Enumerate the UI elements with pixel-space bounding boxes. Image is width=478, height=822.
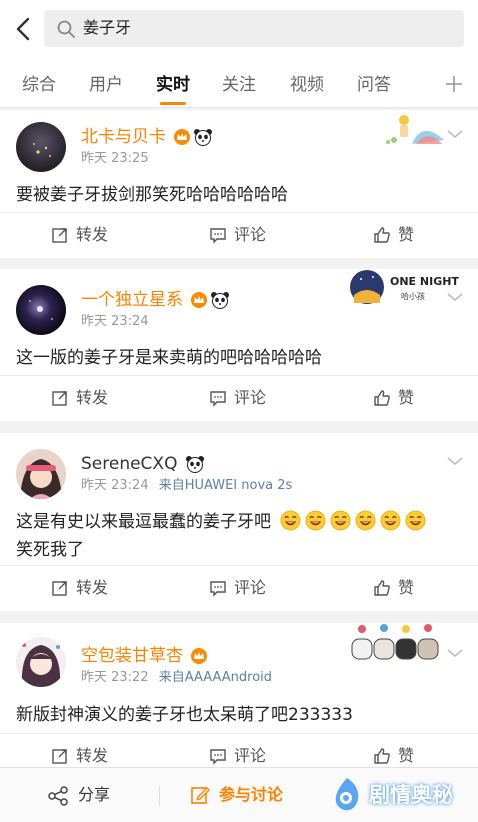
repost-icon xyxy=(52,749,67,764)
post-source[interactable]: 来自HUAWEI nova 2s xyxy=(159,478,293,493)
back-arrow-icon[interactable] xyxy=(10,12,36,46)
post-source[interactable]: 来自AAAAAndroid xyxy=(159,670,272,685)
post-meta: 昨天 23:24 来自HUAWEI nova 2s xyxy=(81,478,292,494)
search-tabs: 综合 用户 实时 关注 视频 问答 xyxy=(0,58,478,108)
repost-icon xyxy=(52,391,67,406)
post-actions: 转发 评论 赞 xyxy=(0,565,478,611)
sticker-title: ONE NIGHT xyxy=(390,275,459,288)
vip-crown-icon xyxy=(174,129,191,145)
sticker-subtitle: 哈小孩 xyxy=(401,292,425,301)
thumbs-up-icon xyxy=(374,580,390,596)
post-card[interactable]: 一个独立星系 昨天 23:24 ONE NIGHT 哈小孩 这一版的姜子牙是来卖… xyxy=(0,269,478,421)
thumbs-up-icon xyxy=(374,390,390,406)
avatar[interactable] xyxy=(16,285,66,335)
search-query: 姜子牙 xyxy=(83,18,132,37)
username[interactable]: 空包装甘草杏 xyxy=(81,645,208,667)
divider xyxy=(159,786,160,806)
laughing-emoji-icon xyxy=(355,510,376,531)
post-card[interactable]: 北卡与贝卡 昨天 23:25 要被姜子牙拔剑那笑死哈哈哈哈哈哈 转发 评论 赞 xyxy=(0,110,478,258)
thumbs-up-icon xyxy=(374,227,390,243)
avatar[interactable] xyxy=(16,449,66,499)
edit-icon xyxy=(191,787,210,804)
chevron-down-icon[interactable] xyxy=(445,646,465,660)
comment-icon xyxy=(210,581,226,597)
active-tab-indicator xyxy=(160,102,186,105)
post-time: 昨天 23:25 xyxy=(81,151,149,166)
post-text: 这是有史以来最逗最蠢的姜子牙吧 笑死我了 xyxy=(16,508,462,564)
laughing-emoji-icon xyxy=(280,510,301,531)
tab-following[interactable]: 关注 xyxy=(222,74,256,96)
search-icon xyxy=(57,20,75,38)
night-sticker-icon xyxy=(350,270,384,304)
laughing-emoji-icon xyxy=(330,510,351,531)
post-card[interactable]: SereneCXQ 昨天 23:24 来自HUAWEI nova 2s 这是有史… xyxy=(0,433,478,611)
post-actions: 转发 评论 赞 xyxy=(0,375,478,421)
add-tab-icon[interactable] xyxy=(444,74,464,94)
repost-icon xyxy=(52,228,67,243)
post-text: 这一版的姜子牙是来卖萌的吧哈哈哈哈哈 xyxy=(16,348,322,368)
vip-crown-icon xyxy=(191,648,208,664)
cartoon-sticker-icon xyxy=(386,115,444,144)
panda-icon xyxy=(185,456,204,473)
watermark-text: 剧情奥秘 xyxy=(369,783,453,807)
panda-icon xyxy=(211,292,230,309)
username[interactable]: 一个独立星系 xyxy=(81,289,230,311)
laughing-emoji-icon xyxy=(405,510,426,531)
post-text: 新版封神演义的姜子牙也太呆萌了吧233333 xyxy=(16,705,353,725)
comment-icon xyxy=(210,391,226,407)
post-card[interactable]: 空包装甘草杏 昨天 23:22 来自AAAAAndroid 新版封神演义的姜子牙… xyxy=(0,623,478,767)
share-icon xyxy=(48,786,68,806)
watermark: 剧情奥秘 xyxy=(330,772,470,818)
tab-qa[interactable]: 问答 xyxy=(357,74,391,96)
laughing-emoji-row xyxy=(276,510,426,532)
post-time: 昨天 23:24 xyxy=(81,314,149,329)
post-time: 昨天 23:24 xyxy=(81,478,149,493)
chevron-down-icon[interactable] xyxy=(445,454,465,468)
repost-icon xyxy=(52,581,67,596)
post-text-line: 笑死我了 xyxy=(16,540,84,560)
post-meta: 昨天 23:22 来自AAAAAndroid xyxy=(81,670,272,686)
search-input[interactable]: 姜子牙 xyxy=(44,10,464,47)
post-actions: 转发 评论 赞 xyxy=(0,212,478,258)
comment-icon xyxy=(210,749,226,765)
tab-videos[interactable]: 视频 xyxy=(290,74,324,96)
vip-crown-icon xyxy=(191,292,208,308)
tab-comprehensive[interactable]: 综合 xyxy=(22,74,56,96)
laughing-emoji-icon xyxy=(380,510,401,531)
post-time: 昨天 23:22 xyxy=(81,670,149,685)
cat-sticker-icon xyxy=(351,624,439,660)
chevron-down-icon[interactable] xyxy=(445,290,465,304)
search-header: 姜子牙 xyxy=(0,0,478,58)
username[interactable]: SereneCXQ xyxy=(81,453,205,475)
post-text-line: 这是有史以来最逗最蠢的姜子牙吧 xyxy=(16,512,271,532)
avatar[interactable] xyxy=(16,122,66,172)
avatar[interactable] xyxy=(16,637,66,687)
laughing-emoji-icon xyxy=(305,510,326,531)
thumbs-up-icon xyxy=(374,748,390,764)
watermark-logo-icon xyxy=(335,778,359,811)
chevron-down-icon[interactable] xyxy=(445,127,465,141)
tab-realtime[interactable]: 实时 xyxy=(156,74,190,96)
tab-users[interactable]: 用户 xyxy=(89,74,123,96)
comment-icon xyxy=(210,228,226,244)
username[interactable]: 北卡与贝卡 xyxy=(81,126,213,148)
panda-icon xyxy=(194,129,213,146)
post-text: 要被姜子牙拔剑那笑死哈哈哈哈哈哈 xyxy=(16,185,288,205)
